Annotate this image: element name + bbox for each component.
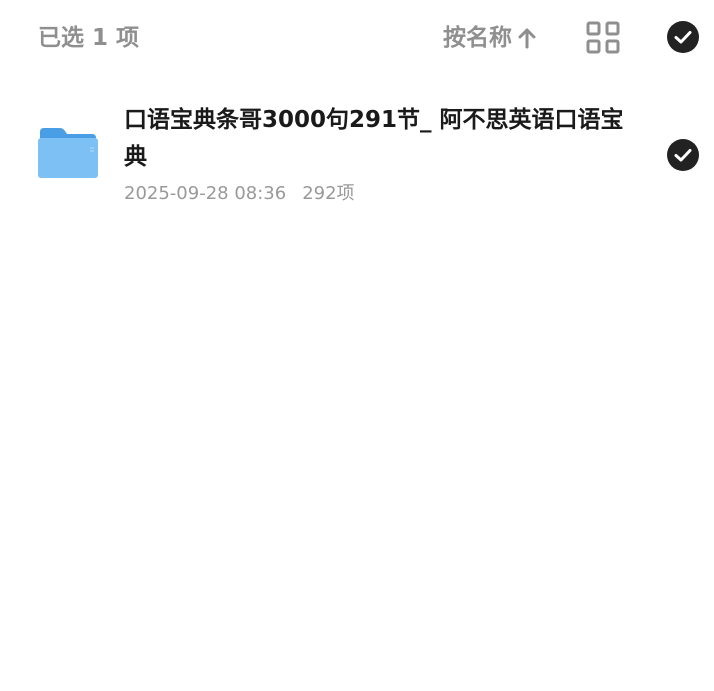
file-item-count: 292项 (302, 183, 355, 204)
file-date: 2025-09-28 08:36 (124, 183, 287, 204)
selection-toolbar: 已选 1 项 按名称 (0, 0, 714, 76)
file-list-item[interactable]: 口语宝典条哥3000句291节_ 阿不思英语口语宝典 2025-09-28 08… (0, 96, 714, 220)
sort-label: 按名称 (443, 25, 512, 51)
file-meta: 2025-09-28 08:36 292项 (124, 182, 355, 206)
arrow-up-icon (518, 28, 536, 49)
select-all-check-icon[interactable] (667, 21, 699, 53)
row-check-icon[interactable] (667, 139, 699, 171)
selected-count-label: 已选 1 项 (38, 25, 140, 51)
sort-by-name-button[interactable]: 按名称 (443, 23, 536, 53)
file-name: 口语宝典条哥3000句291节_ 阿不思英语口语宝典 (124, 107, 624, 170)
folder-icon (38, 128, 98, 178)
grid-view-icon[interactable] (586, 21, 620, 54)
